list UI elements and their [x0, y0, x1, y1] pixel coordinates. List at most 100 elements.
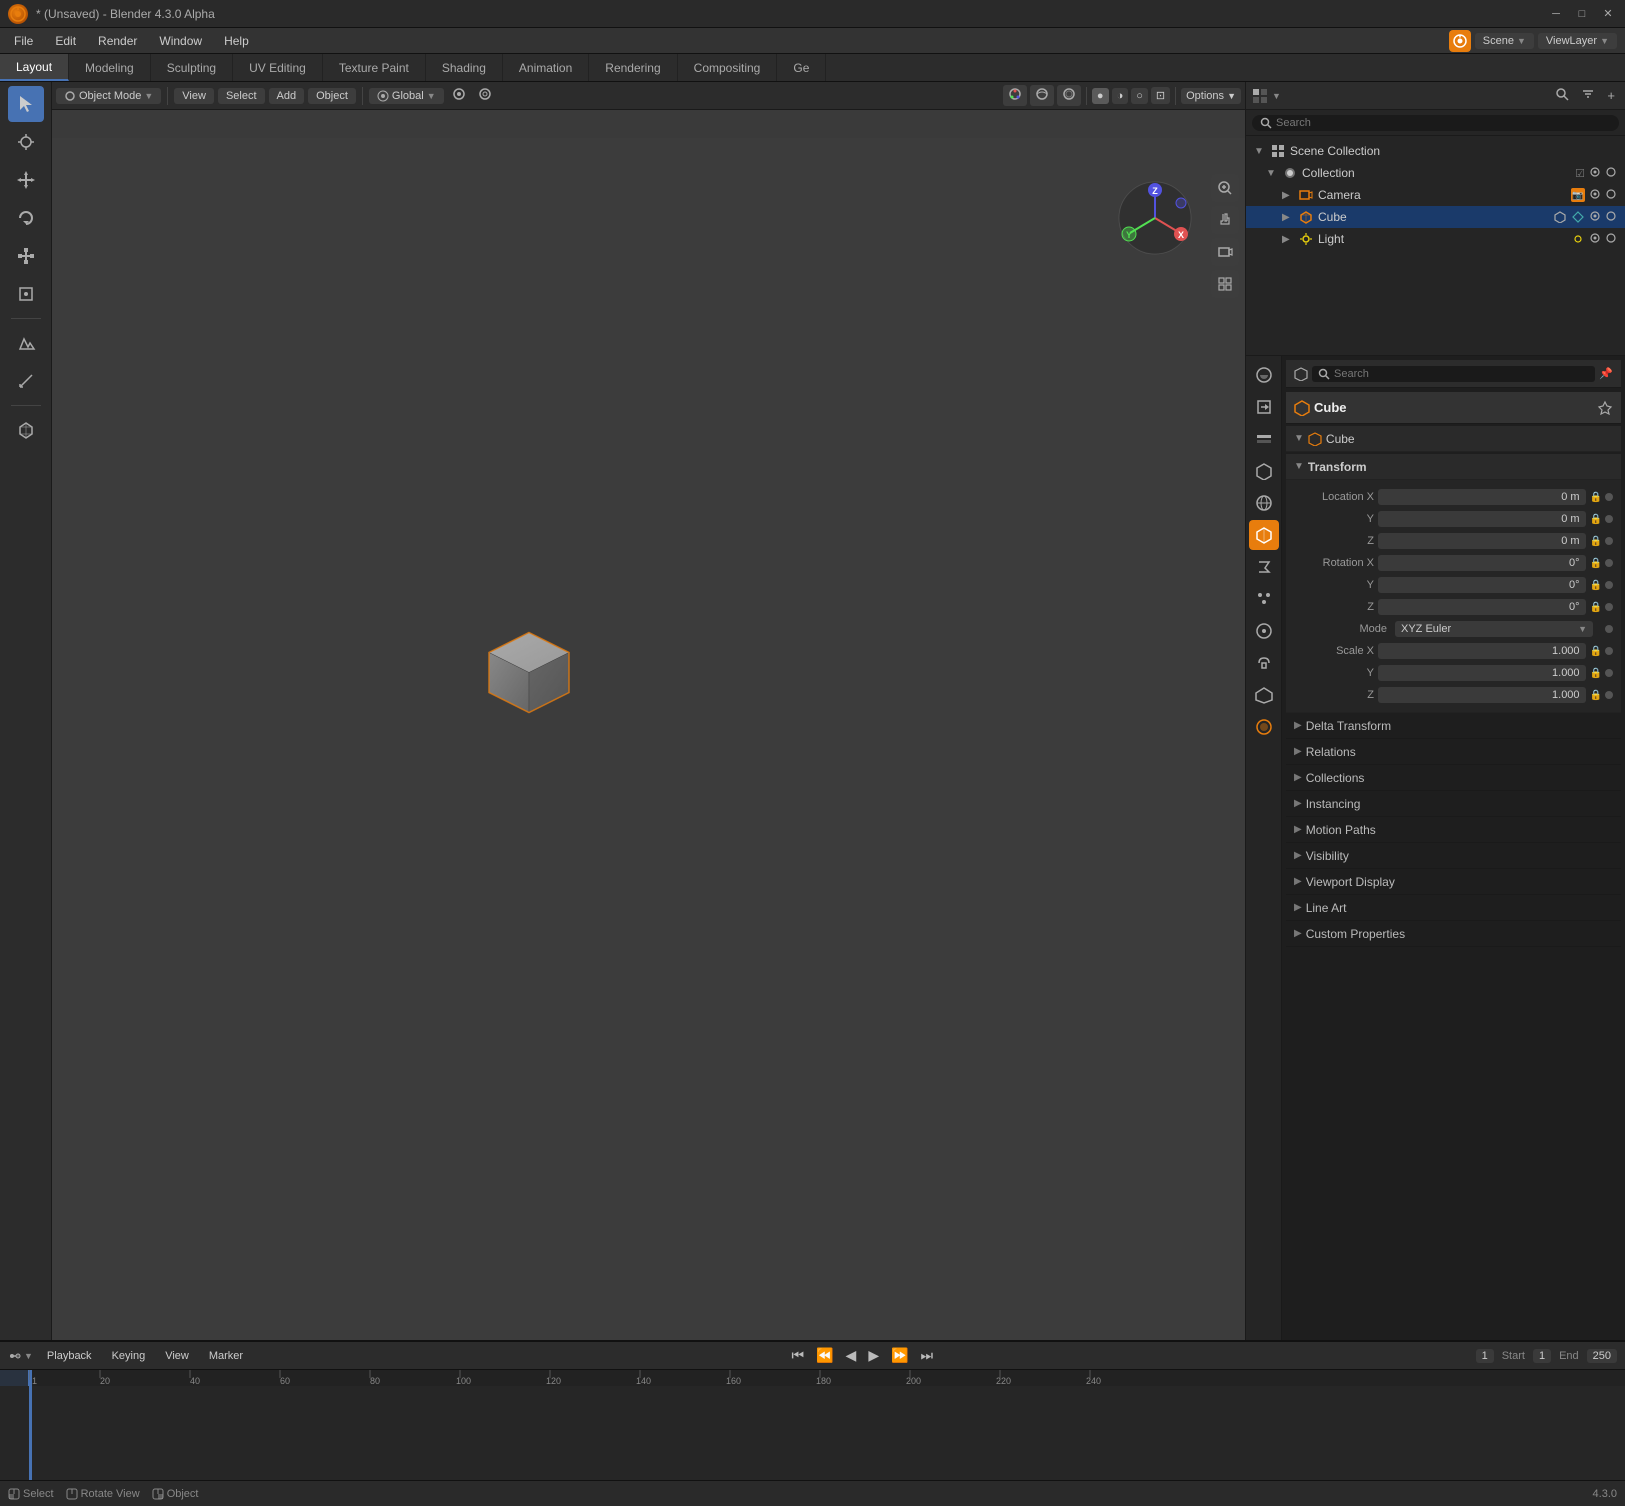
- outliner-collection[interactable]: ▼ Collection ☑: [1246, 162, 1625, 184]
- prop-tab-world[interactable]: [1249, 488, 1279, 518]
- scale-z-key[interactable]: [1605, 691, 1613, 699]
- outliner-scene-collection[interactable]: ▼ Scene Collection: [1246, 140, 1625, 162]
- menu-render[interactable]: Render: [88, 32, 147, 50]
- scene-selector[interactable]: Scene ▼: [1475, 33, 1534, 49]
- prop-tab-scene[interactable]: [1249, 456, 1279, 486]
- cube-subobject-name[interactable]: Cube: [1326, 432, 1355, 446]
- tab-modeling[interactable]: Modeling: [69, 54, 151, 81]
- rot-x-lock[interactable]: 🔒: [1590, 558, 1602, 569]
- tab-rendering[interactable]: Rendering: [589, 54, 677, 81]
- prop-tab-render[interactable]: [1249, 360, 1279, 390]
- transform-tool-btn[interactable]: [8, 276, 44, 312]
- scale-tool-btn[interactable]: [8, 238, 44, 274]
- menu-file[interactable]: File: [4, 32, 43, 50]
- viewport-gizmo-btn[interactable]: [1003, 85, 1027, 106]
- wireframe-btn[interactable]: ⊡: [1151, 87, 1170, 104]
- timeline-playback-btn[interactable]: Playback: [41, 1348, 98, 1364]
- move-tool-btn[interactable]: [8, 162, 44, 198]
- viewport-gizmo[interactable]: Z X Y: [1115, 178, 1195, 258]
- tab-sculpting[interactable]: Sculpting: [151, 54, 233, 81]
- cursor-tool-btn[interactable]: [8, 124, 44, 160]
- camera-visible-icon[interactable]: [1589, 188, 1601, 203]
- close-button[interactable]: ✕: [1599, 5, 1617, 23]
- grid-view-btn[interactable]: [1211, 270, 1239, 298]
- rendered-preview-btn[interactable]: ○: [1131, 88, 1148, 104]
- menu-edit[interactable]: Edit: [45, 32, 86, 50]
- properties-pin-icon[interactable]: 📌: [1599, 367, 1613, 380]
- line-art-section[interactable]: ▶ Line Art: [1286, 895, 1621, 921]
- prop-tab-output[interactable]: [1249, 392, 1279, 422]
- editor-type-selector[interactable]: ▼: [1252, 88, 1281, 104]
- options-btn[interactable]: Options ▼: [1181, 88, 1241, 104]
- scale-x-key[interactable]: [1605, 647, 1613, 655]
- mode-key[interactable]: [1605, 625, 1613, 633]
- tab-uv-editing[interactable]: UV Editing: [233, 54, 323, 81]
- rotation-y-input[interactable]: 0°: [1378, 577, 1586, 593]
- light-visible-icon[interactable]: [1589, 232, 1601, 247]
- scale-y-input[interactable]: 1.000: [1378, 665, 1586, 681]
- timeline-scrubber[interactable]: [30, 1370, 32, 1480]
- loc-z-lock[interactable]: 🔒: [1590, 536, 1602, 547]
- rotate-tool-btn[interactable]: [8, 200, 44, 236]
- prop-tab-material[interactable]: [1249, 712, 1279, 742]
- outliner-camera[interactable]: ▶ Camera 📷: [1246, 184, 1625, 206]
- transform-pivot[interactable]: Global ▼: [369, 88, 444, 104]
- timeline-marker-btn[interactable]: Marker: [203, 1348, 249, 1364]
- camera-render-icon[interactable]: [1605, 188, 1617, 203]
- transform-section-header[interactable]: ▼ Transform: [1286, 454, 1621, 480]
- light-render-icon[interactable]: [1605, 232, 1617, 247]
- collection-visible-icon[interactable]: [1589, 166, 1601, 181]
- object-menu[interactable]: Object: [308, 88, 356, 104]
- mode-selector[interactable]: Object Mode ▼: [56, 88, 161, 104]
- select-menu[interactable]: Select: [218, 88, 265, 104]
- prev-keyframe-btn[interactable]: ⏪: [812, 1345, 837, 1366]
- outliner-light[interactable]: ▶ Light: [1246, 228, 1625, 250]
- collection-render-icon[interactable]: [1605, 166, 1617, 181]
- current-frame-input[interactable]: 1: [1476, 1349, 1494, 1363]
- viewport-display-section[interactable]: ▶ Viewport Display: [1286, 869, 1621, 895]
- xray-btn[interactable]: [1057, 85, 1081, 106]
- rotation-x-input[interactable]: 0°: [1378, 555, 1586, 571]
- prop-tab-modifiers[interactable]: [1249, 552, 1279, 582]
- outliner-search-icon[interactable]: [1551, 85, 1573, 106]
- select-tool-btn[interactable]: [8, 86, 44, 122]
- scale-z-input[interactable]: 1.000: [1378, 687, 1586, 703]
- rotation-mode-select[interactable]: XYZ Euler ▼: [1395, 621, 1593, 637]
- rot-x-key[interactable]: [1605, 559, 1613, 567]
- end-frame-input[interactable]: 250: [1587, 1349, 1617, 1363]
- prop-tab-object-data[interactable]: [1249, 680, 1279, 710]
- menu-window[interactable]: Window: [149, 32, 212, 50]
- scale-x-lock[interactable]: 🔒: [1590, 646, 1602, 657]
- outliner-search-input[interactable]: Search: [1252, 115, 1619, 131]
- rotation-z-input[interactable]: 0°: [1378, 599, 1586, 615]
- annotate-tool-btn[interactable]: [8, 325, 44, 361]
- prop-tab-physics[interactable]: [1249, 616, 1279, 646]
- scale-y-key[interactable]: [1605, 669, 1613, 677]
- loc-y-lock[interactable]: 🔒: [1590, 514, 1602, 525]
- visibility-section[interactable]: ▶ Visibility: [1286, 843, 1621, 869]
- hand-tool-btn[interactable]: [1211, 206, 1239, 234]
- cube-render-icon[interactable]: [1605, 210, 1617, 225]
- location-x-input[interactable]: 0 m: [1378, 489, 1586, 505]
- motion-paths-section[interactable]: ▶ Motion Paths: [1286, 817, 1621, 843]
- solid-shading-btn[interactable]: ●: [1092, 88, 1109, 104]
- outliner-add-icon[interactable]: +: [1603, 86, 1619, 105]
- snap-icon[interactable]: [448, 85, 470, 106]
- relations-section[interactable]: ▶ Relations: [1286, 739, 1621, 765]
- material-preview-btn[interactable]: ◑: [1112, 88, 1129, 104]
- add-menu[interactable]: Add: [269, 88, 305, 104]
- prop-tab-viewlayer[interactable]: [1249, 424, 1279, 454]
- next-keyframe-btn[interactable]: ⏩: [887, 1345, 912, 1366]
- timeline-view-btn[interactable]: View: [159, 1348, 195, 1364]
- add-cube-tool-btn[interactable]: [8, 412, 44, 448]
- rot-z-key[interactable]: [1605, 603, 1613, 611]
- prop-tab-constraints[interactable]: [1249, 648, 1279, 678]
- zoom-in-btn[interactable]: [1211, 174, 1239, 202]
- tab-compositing[interactable]: Compositing: [678, 54, 778, 81]
- tab-geometry-nodes[interactable]: Ge: [777, 54, 826, 81]
- measure-tool-btn[interactable]: [8, 363, 44, 399]
- play-btn[interactable]: ▶: [864, 1345, 883, 1366]
- timeline-keying-btn[interactable]: Keying: [106, 1348, 152, 1364]
- cube-visible-icon[interactable]: [1589, 210, 1601, 225]
- loc-y-key[interactable]: [1605, 515, 1613, 523]
